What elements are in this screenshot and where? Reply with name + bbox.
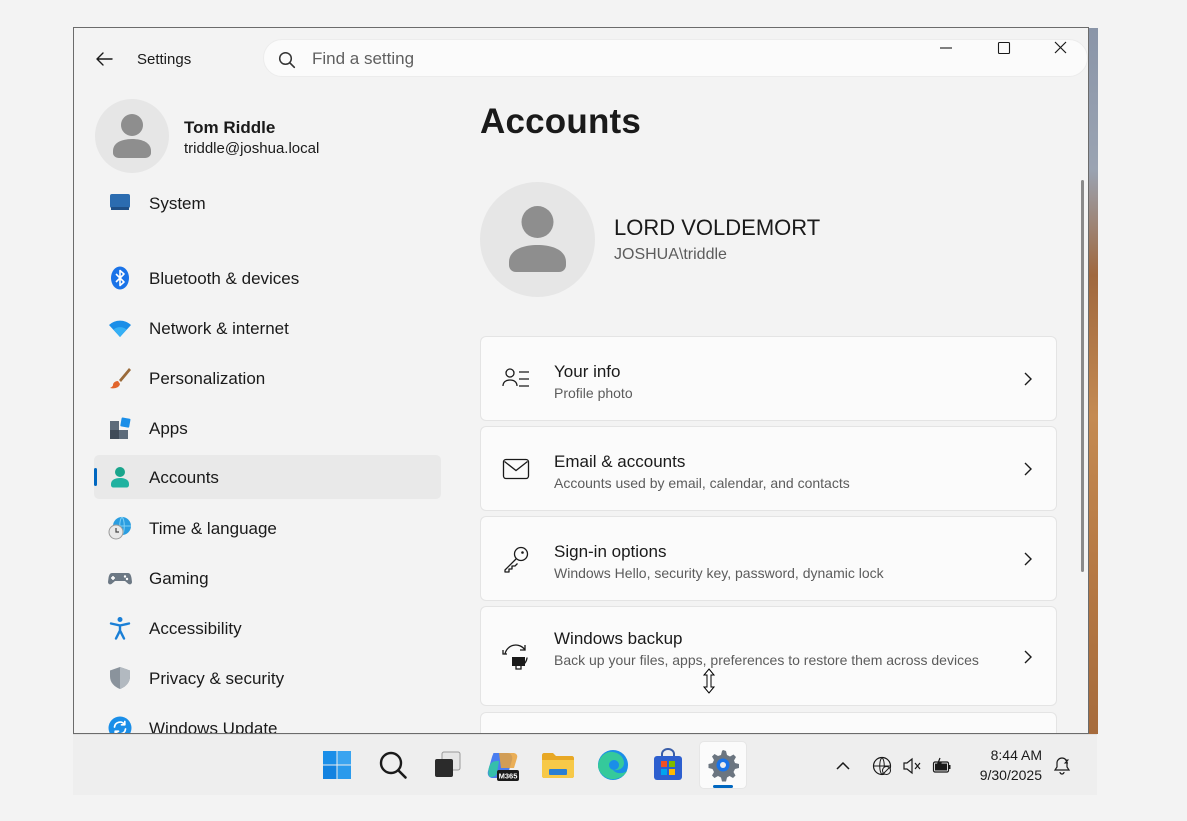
update-icon (108, 716, 132, 733)
paintbrush-icon (110, 368, 131, 389)
sidebar-item-label: Time & language (149, 519, 277, 538)
card-sign-in-options[interactable]: Sign-in options Windows Hello, security … (480, 516, 1057, 601)
gamepad-icon (108, 573, 132, 585)
shield-icon (110, 667, 130, 689)
sidebar-item-time-language[interactable]: Time & language (94, 506, 441, 550)
sidebar-item-bluetooth[interactable]: Bluetooth & devices (94, 256, 441, 300)
edge-icon[interactable] (595, 747, 631, 783)
back-arrow-icon (96, 52, 113, 66)
sidebar-nav: System Bluetooth & devices Network & int… (94, 178, 444, 734)
card-your-info[interactable]: Your info Profile photo (480, 336, 1057, 421)
account-id: JOSHUA\triddle (614, 246, 727, 263)
sidebar-item-label: Network & internet (149, 319, 289, 338)
minimize-button[interactable] (926, 34, 966, 64)
sidebar-item-label: Personalization (149, 369, 266, 388)
settings-icon[interactable] (705, 747, 741, 783)
sidebar-item-label: Gaming (149, 569, 209, 588)
close-button[interactable] (1040, 34, 1080, 64)
copilot-badge: M365 (499, 772, 518, 781)
account-avatar (480, 182, 595, 297)
sidebar-item-network[interactable]: Network & internet (94, 306, 441, 350)
card-title: Your info (554, 362, 621, 381)
sidebar-item-label: System (149, 194, 206, 213)
clock-date[interactable]: 9/30/2025 (968, 767, 1042, 783)
accessibility-icon (109, 617, 131, 640)
sidebar-item-label: Accessibility (149, 619, 242, 638)
account-display-name: LORD VOLDEMORT (614, 215, 821, 240)
globe-clock-icon (108, 516, 131, 540)
search-icon (278, 51, 296, 69)
wifi-icon (109, 320, 131, 337)
search-input[interactable] (312, 49, 912, 69)
sidebar-item-accessibility[interactable]: Accessibility (94, 606, 441, 650)
person-list-icon (502, 368, 529, 387)
card-partial[interactable] (480, 712, 1057, 733)
notification-bell-icon[interactable] (1052, 756, 1072, 776)
settings-window: Settings Tom Riddle triddle@joshua.local… (73, 27, 1089, 734)
chevron-right-icon (1024, 462, 1032, 476)
close-icon (1054, 41, 1067, 54)
sidebar-item-label: Bluetooth & devices (149, 269, 300, 288)
mail-icon (502, 458, 530, 480)
sidebar-item-privacy[interactable]: Privacy & security (94, 656, 441, 700)
sidebar-item-label: Privacy & security (149, 669, 285, 688)
volume-muted-icon[interactable] (902, 756, 922, 776)
search-icon[interactable] (375, 747, 411, 783)
taskbar: M365 8:44 AM 9/30/2025 (73, 734, 1097, 795)
card-title: Sign-in options (554, 542, 667, 561)
maximize-icon (997, 41, 1011, 55)
sidebar-item-label: Accounts (149, 468, 219, 487)
sidebar-item-label: Apps (149, 419, 188, 438)
file-explorer-icon[interactable] (540, 747, 576, 783)
card-title: Windows backup (554, 629, 683, 648)
card-subtitle: Accounts used by email, calendar, and co… (554, 475, 850, 491)
backup-icon (502, 644, 528, 670)
chevron-up-icon[interactable] (833, 756, 853, 776)
maximize-button[interactable] (983, 34, 1023, 64)
active-app-indicator (713, 785, 733, 788)
card-title: Email & accounts (554, 452, 686, 471)
system-icon (110, 194, 130, 210)
app-title: Settings (137, 51, 192, 68)
chevron-right-icon (1024, 650, 1032, 664)
card-subtitle: Profile photo (554, 385, 633, 401)
back-button[interactable] (92, 47, 116, 71)
battery-icon[interactable] (932, 756, 952, 776)
sidebar-item-gaming[interactable]: Gaming (94, 556, 441, 600)
chevron-right-icon (1024, 372, 1032, 386)
start-icon[interactable] (319, 747, 355, 783)
network-globe-icon[interactable] (872, 756, 892, 776)
clock-time[interactable]: 8:44 AM (968, 747, 1042, 763)
desktop-wallpaper-edge (1089, 28, 1098, 734)
sidebar-item-apps[interactable]: Apps (94, 406, 441, 450)
apps-icon (110, 417, 131, 439)
user-name: Tom Riddle (184, 118, 276, 137)
card-windows-backup[interactable]: Windows backup Back up your files, apps,… (480, 606, 1057, 706)
accounts-icon (111, 467, 129, 488)
sidebar-item-label: Windows Update (149, 719, 278, 734)
selection-indicator (94, 468, 97, 486)
m365-copilot-icon[interactable]: M365 (485, 747, 521, 783)
user-email: triddle@joshua.local (184, 140, 320, 157)
card-subtitle: Windows Hello, security key, password, d… (554, 565, 884, 581)
task-view-icon[interactable] (430, 747, 466, 783)
sidebar-item-personalization[interactable]: Personalization (94, 356, 441, 400)
scrollbar[interactable] (1081, 180, 1084, 572)
minimize-icon (940, 47, 952, 49)
card-subtitle: Back up your files, apps, preferences to… (554, 652, 979, 668)
sidebar-item-system[interactable]: System (94, 181, 441, 225)
card-email-accounts[interactable]: Email & accounts Accounts used by email,… (480, 426, 1057, 511)
bluetooth-icon (111, 266, 129, 290)
user-avatar[interactable] (95, 99, 169, 173)
key-icon (504, 546, 529, 573)
sidebar-item-windows-update[interactable]: Windows Update (94, 706, 441, 734)
person-icon (509, 206, 566, 272)
page-title: Accounts (480, 102, 642, 141)
sidebar-item-accounts[interactable]: Accounts (94, 455, 441, 499)
store-icon[interactable] (650, 747, 686, 783)
resize-cursor-icon (702, 668, 716, 694)
person-icon (113, 114, 151, 158)
chevron-right-icon (1024, 552, 1032, 566)
